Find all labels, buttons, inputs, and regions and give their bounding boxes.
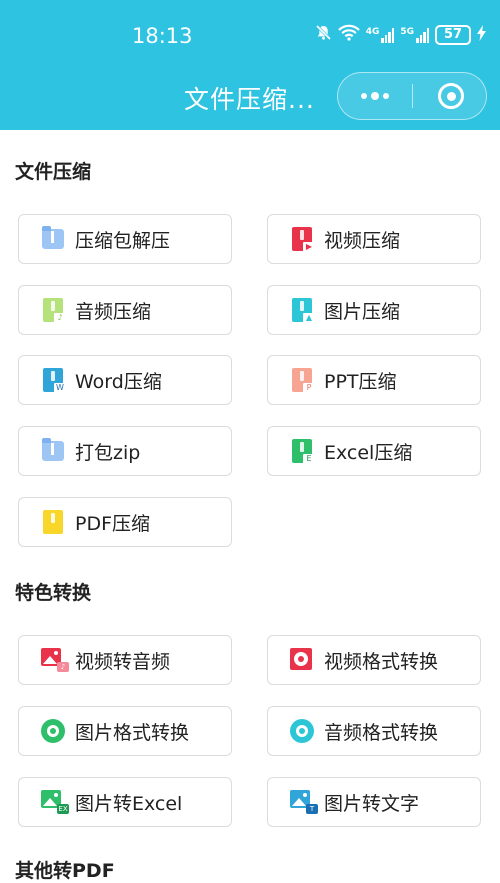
more-dot-icon	[361, 93, 367, 99]
tool-label: 音频压缩	[75, 300, 152, 323]
excel-file-icon: E	[290, 438, 315, 464]
tool-label: PDF压缩	[75, 512, 151, 535]
tool-label: 图片格式转换	[75, 721, 190, 744]
audio-file-icon: ♪	[41, 297, 66, 323]
folder-zip-icon	[41, 438, 65, 464]
image-to-text-icon: T	[290, 789, 318, 815]
more-dot-icon	[383, 93, 389, 99]
close-miniprogram-button[interactable]	[438, 83, 464, 109]
battery-icon: 57	[435, 24, 471, 45]
pdf-file-icon	[41, 509, 65, 535]
tool-label: 图片压缩	[324, 300, 401, 323]
tool-audio-format[interactable]: 音频格式转换	[267, 706, 481, 756]
word-icon-tag: W	[54, 383, 66, 393]
audio-format-icon	[290, 718, 314, 744]
wifi-icon	[337, 24, 360, 45]
signal-5g-icon: 5G	[400, 27, 429, 43]
more-dot-icon	[371, 92, 379, 100]
status-time: 18:13	[132, 24, 193, 48]
excel-icon-tag: E	[303, 454, 315, 464]
image-format-icon	[41, 718, 65, 744]
section-title-compress: 文件压缩	[15, 161, 92, 183]
charging-icon	[477, 24, 486, 45]
tool-label: 视频转音频	[75, 650, 171, 673]
tool-pack-zip[interactable]: 打包zip	[18, 426, 232, 476]
tool-label: Word压缩	[75, 370, 162, 393]
tool-label: Excel压缩	[324, 441, 413, 464]
tool-video-compress[interactable]: ▶ 视频压缩	[267, 214, 481, 264]
tool-video-to-audio[interactable]: ♪ 视频转音频	[18, 635, 232, 685]
target-icon	[446, 91, 456, 101]
tool-word-compress[interactable]: W Word压缩	[18, 355, 232, 405]
tool-image-to-excel[interactable]: EX 图片转Excel	[18, 777, 232, 827]
tool-label: 视频格式转换	[324, 650, 439, 673]
status-icons: 4G 5G 57	[315, 24, 486, 45]
tool-ppt-compress[interactable]: P PPT压缩	[267, 355, 481, 405]
image-file-icon: ▲	[290, 297, 315, 323]
video-to-audio-icon: ♪	[41, 647, 69, 673]
more-button[interactable]	[338, 73, 412, 119]
miniprogram-capsule	[337, 72, 487, 120]
image-text-tag: T	[306, 804, 318, 814]
tool-image-to-text[interactable]: T 图片转文字	[267, 777, 481, 827]
tool-pdf-compress[interactable]: PDF压缩	[18, 497, 232, 547]
tool-label: PPT压缩	[324, 370, 397, 393]
section-title-to-pdf: 其他转PDF	[15, 860, 115, 882]
tool-label: 打包zip	[75, 441, 141, 464]
page-title: 文件压缩...	[184, 85, 315, 114]
signal-4g-icon: 4G	[366, 27, 395, 43]
capsule-divider	[412, 84, 413, 108]
video-format-icon	[290, 647, 314, 673]
image-excel-tag: EX	[57, 804, 69, 814]
tool-label: 图片转文字	[324, 792, 420, 815]
tool-excel-compress[interactable]: E Excel压缩	[267, 426, 481, 476]
tool-video-format[interactable]: 视频格式转换	[267, 635, 481, 685]
tool-label: 压缩包解压	[75, 229, 171, 252]
section-title-convert: 特色转换	[15, 582, 92, 604]
app-header: 18:13 4G 5G 57 文件压缩...	[0, 0, 500, 130]
word-file-icon: W	[41, 367, 66, 393]
folder-zip-icon	[41, 226, 65, 252]
image-to-excel-icon: EX	[41, 789, 69, 815]
tool-image-compress[interactable]: ▲ 图片压缩	[267, 285, 481, 335]
tool-label: 视频压缩	[324, 229, 401, 252]
video-file-icon: ▶	[290, 226, 315, 252]
tool-audio-compress[interactable]: ♪ 音频压缩	[18, 285, 232, 335]
tool-zip-unzip[interactable]: 压缩包解压	[18, 214, 232, 264]
ppt-file-icon: P	[290, 367, 315, 393]
mute-icon	[315, 24, 332, 45]
tool-label: 音频格式转换	[324, 721, 439, 744]
network-label-5g: 5G	[400, 26, 414, 37]
network-label-4g: 4G	[365, 26, 380, 37]
tool-image-format[interactable]: 图片格式转换	[18, 706, 232, 756]
ppt-icon-tag: P	[303, 383, 315, 393]
tool-label: 图片转Excel	[75, 792, 183, 815]
